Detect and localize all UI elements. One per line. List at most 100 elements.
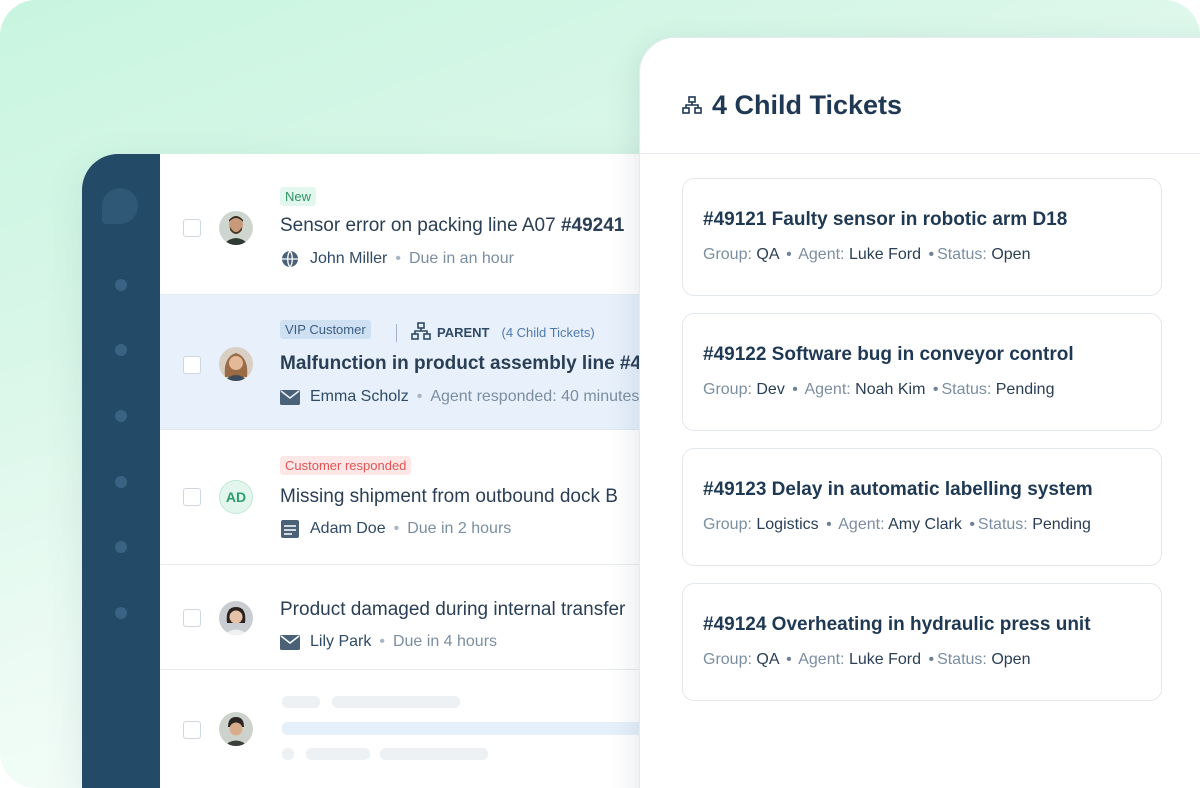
row-checkbox[interactable]	[183, 609, 201, 627]
child-ticket-meta: Group: QA • Agent: Luke Ford • Status: Op…	[703, 246, 1030, 264]
table-row[interactable]: AD Customer responded Missing shipment f…	[160, 430, 702, 565]
sidebar-item-3[interactable]	[115, 410, 127, 422]
sidebar-item-2[interactable]	[115, 344, 127, 356]
agent-value: Luke Ford	[848, 246, 921, 263]
status-label: Status:	[937, 246, 987, 263]
sidebar-item-6[interactable]	[115, 607, 127, 619]
status-badge: New	[280, 187, 317, 206]
status-value: Open	[991, 651, 1031, 668]
divider	[396, 323, 397, 342]
child-ticket-title[interactable]: #49123 Delay in automatic labelling syst…	[703, 479, 1093, 501]
sidebar-item-5[interactable]	[115, 541, 127, 553]
child-ticket-card[interactable]: #49121 Faulty sensor in robotic arm D18 …	[682, 178, 1162, 296]
separator-dot: •	[928, 246, 935, 263]
separator-dot: •	[786, 246, 792, 263]
separator-dot: •	[393, 520, 400, 537]
separator-dot: •	[416, 388, 423, 405]
separator-dot: •	[395, 250, 401, 267]
status-label: Status:	[937, 651, 987, 668]
separator-dot: •	[932, 381, 939, 398]
child-ticket-card[interactable]: #49123 Delay in automatic labelling syst…	[682, 448, 1162, 566]
ticket-inbox: New Sensor error on packing line A07 #49…	[82, 154, 702, 788]
avatar: AD	[219, 480, 253, 514]
group-label: Group:	[703, 651, 752, 668]
ticket-meta: Lily Park • Due in 4 hours	[280, 633, 497, 651]
row-checkbox[interactable]	[183, 356, 201, 374]
child-ticket-card[interactable]: #49122 Software bug in conveyor control …	[682, 313, 1162, 431]
ticket-title[interactable]: Product damaged during internal transfer	[280, 599, 625, 621]
child-ticket-meta: Group: Logistics • Agent: Amy Clark • Sta…	[703, 516, 1091, 534]
group-value: QA	[756, 246, 779, 263]
child-ticket-meta: Group: Dev • Agent: Noah Kim • Status: Pe…	[703, 381, 1054, 399]
hierarchy-icon	[411, 322, 431, 343]
status-value: Pending	[1032, 516, 1091, 533]
child-ticket-title[interactable]: #49121 Faulty sensor in robotic arm D18	[703, 209, 1067, 231]
due-text: Due in an hour	[408, 250, 514, 267]
requester-name: Adam Doe	[310, 520, 386, 537]
hierarchy-icon	[682, 96, 702, 119]
ticket-title[interactable]: Malfunction in product assembly line #4	[280, 353, 641, 375]
agent-label: Agent:	[838, 516, 885, 533]
status-badge: Customer responded	[280, 456, 412, 475]
separator-dot: •	[786, 651, 792, 668]
child-ticket-title[interactable]: #49124 Overheating in hydraulic press un…	[703, 614, 1091, 636]
due-text: Due in 4 hours	[392, 633, 498, 650]
ticket-title-text: Sensor error on packing line A07	[280, 215, 561, 236]
agent-value: Luke Ford	[848, 651, 921, 668]
ticket-meta: Adam Doe • Due in 2 hours	[280, 520, 511, 538]
separator-dot: •	[826, 516, 832, 533]
mail-icon	[280, 633, 300, 651]
ticket-title[interactable]: Missing shipment from outbound dock B	[280, 486, 618, 508]
group-value: Dev	[756, 381, 785, 398]
row-checkbox[interactable]	[183, 721, 201, 739]
status-label: Status:	[941, 381, 992, 398]
due-text: Due in 2 hours	[407, 520, 512, 537]
row-checkbox[interactable]	[183, 488, 201, 506]
ticket-list: New Sensor error on packing line A07 #49…	[160, 154, 702, 788]
panel-title: 4 Child Tickets	[712, 90, 903, 120]
ticket-meta: John Miller • Due in an hour	[280, 250, 514, 268]
due-text: Agent responded: 40 minutes	[430, 388, 640, 405]
ticket-id: #49241	[560, 215, 625, 236]
child-tickets-panel: 4 Child Tickets #49121 Faulty sensor in …	[639, 37, 1200, 788]
requester-name: John Miller	[310, 250, 388, 267]
ticket-title[interactable]: Sensor error on packing line A07 #49241	[280, 215, 624, 237]
group-label: Group:	[703, 246, 752, 263]
status-value: Pending	[995, 381, 1055, 398]
sidebar-item-1[interactable]	[115, 279, 127, 291]
agent-label: Agent:	[798, 651, 845, 668]
app-logo[interactable]	[102, 188, 138, 224]
child-count: (4 Child Tickets)	[501, 325, 595, 340]
requester-name: Lily Park	[310, 633, 372, 650]
avatar	[219, 211, 253, 245]
avatar	[219, 601, 253, 635]
status-label: Status:	[977, 516, 1028, 533]
group-value: QA	[756, 651, 779, 668]
mail-icon	[280, 388, 300, 406]
requester-name: Emma Scholz	[310, 388, 409, 405]
table-row[interactable]: VIP Customer PARENT (4 Child Tickets) Ma…	[160, 295, 702, 430]
skeleton-bar	[282, 696, 320, 708]
separator-dot: •	[969, 516, 975, 533]
separator-dot: •	[792, 381, 798, 398]
group-label: Group:	[703, 381, 752, 398]
parent-indicator[interactable]: PARENT (4 Child Tickets)	[396, 322, 595, 343]
avatar	[219, 712, 253, 746]
vip-badge: VIP Customer	[280, 320, 371, 339]
form-icon	[280, 520, 300, 538]
child-ticket-meta: Group: QA • Agent: Luke Ford • Status: Op…	[703, 651, 1030, 669]
table-row[interactable]: Product damaged during internal transfer…	[160, 565, 702, 670]
status-value: Open	[991, 246, 1031, 263]
sidebar-item-4[interactable]	[115, 476, 127, 488]
table-row[interactable]: New Sensor error on packing line A07 #49…	[160, 154, 702, 295]
sidebar-rail	[82, 154, 160, 788]
panel-header: 4 Child Tickets	[640, 38, 1200, 154]
child-ticket-title[interactable]: #49122 Software bug in conveyor control	[703, 344, 1074, 366]
row-checkbox[interactable]	[183, 219, 201, 237]
skeleton-bar	[332, 696, 460, 708]
group-label: Group:	[703, 516, 752, 533]
table-row-loading	[160, 670, 702, 788]
skeleton-bar	[306, 748, 370, 760]
child-ticket-card[interactable]: #49124 Overheating in hydraulic press un…	[682, 583, 1162, 701]
globe-icon	[280, 250, 300, 268]
